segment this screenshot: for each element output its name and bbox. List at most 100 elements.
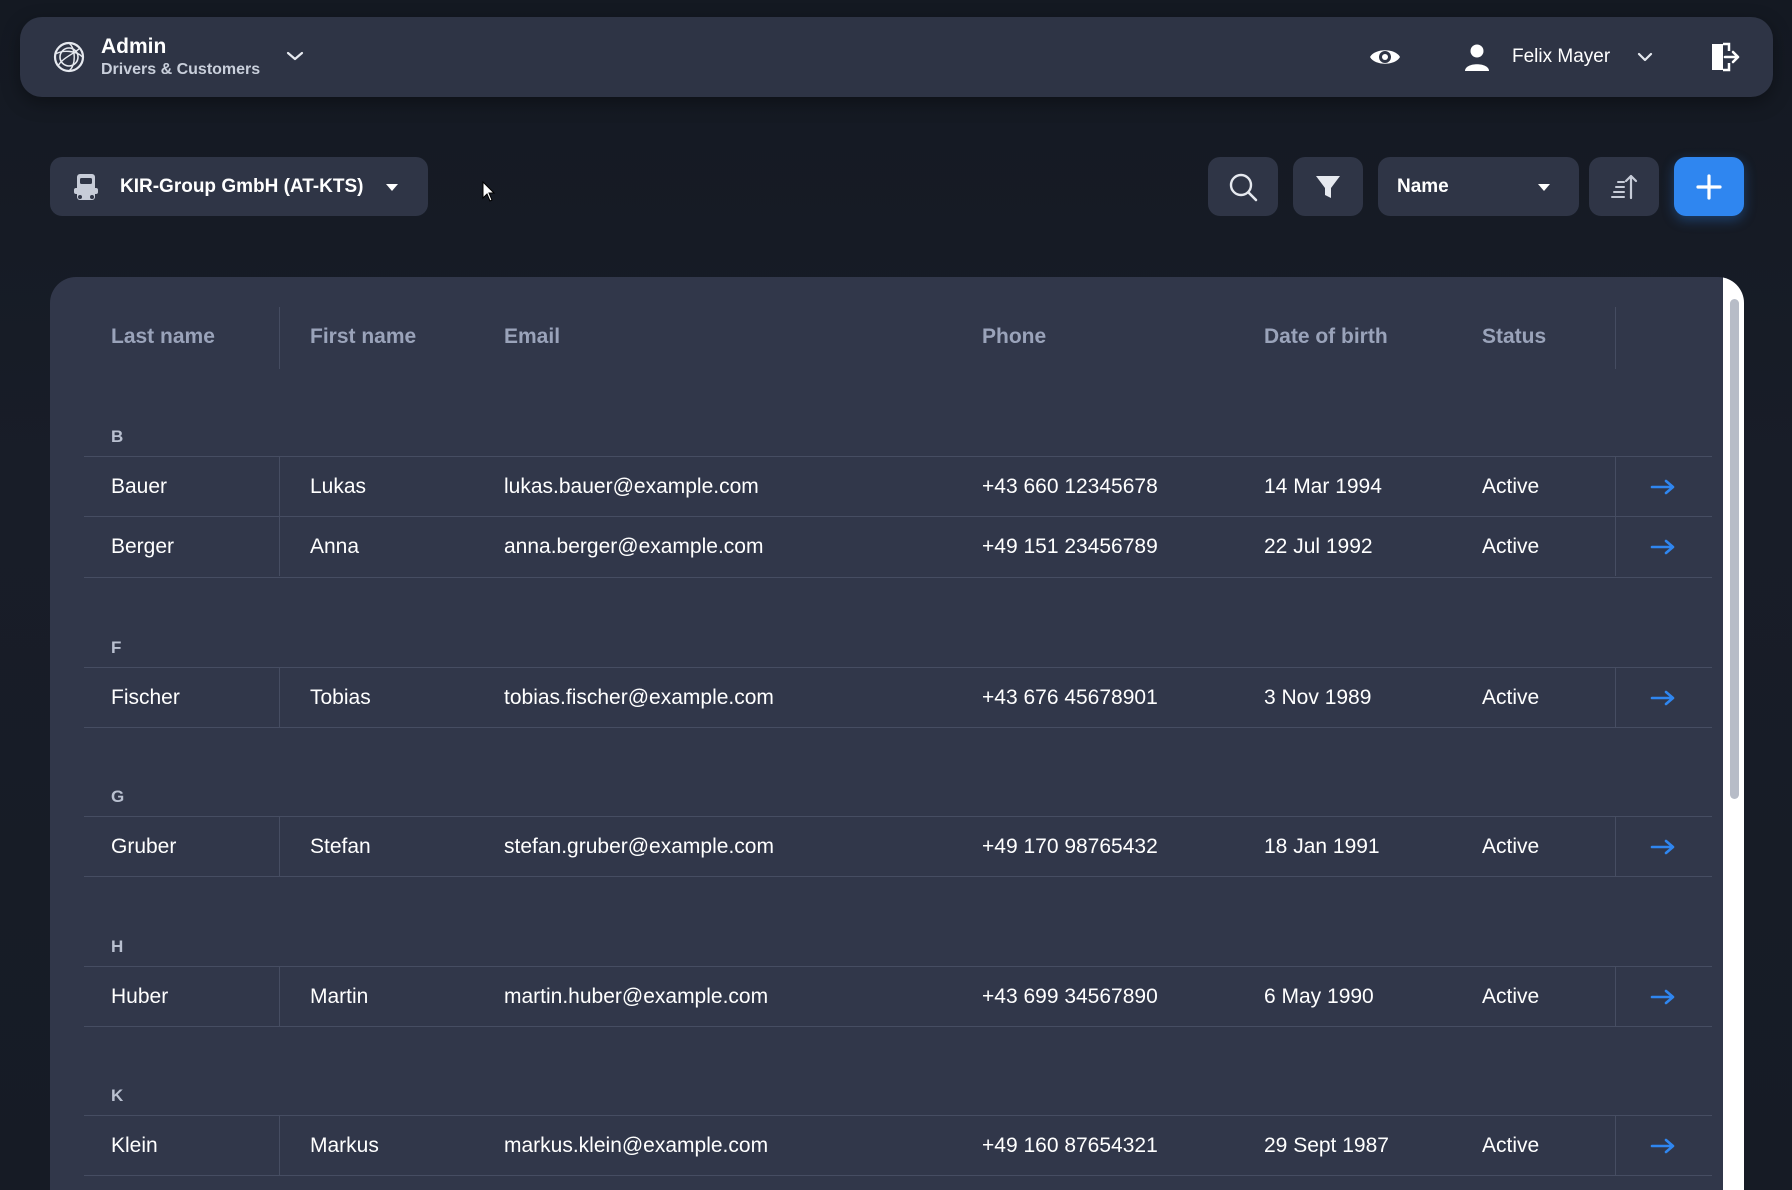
arrow-right-icon[interactable]: [1650, 1135, 1676, 1157]
cell-first-name: Martin: [310, 985, 369, 1008]
cell-first-name: Markus: [310, 1134, 379, 1157]
user-name: Felix Mayer: [1512, 46, 1611, 67]
cell-date-of-birth: 6 May 1990: [1264, 985, 1374, 1008]
chevron-down-icon: [1638, 52, 1653, 62]
search-icon: [1229, 173, 1258, 201]
table-row[interactable]: Bauer Lukas lukas.bauer@example.com +43 660…: [84, 456, 1712, 517]
caret-down-icon: [1538, 184, 1550, 191]
column-divider: [1615, 967, 1616, 1026]
cell-first-name: Anna: [310, 535, 360, 558]
cell-status: Active: [1482, 835, 1540, 858]
cell-status: Active: [1482, 535, 1540, 558]
arrow-right-icon[interactable]: [1650, 536, 1676, 558]
cell-last-name: Huber: [111, 985, 169, 1008]
scrollbar-thumb[interactable]: [1730, 299, 1739, 799]
column-header-email[interactable]: Email: [504, 325, 560, 349]
plus-icon: [1696, 173, 1722, 200]
cell-phone: +43 699 34567890: [982, 985, 1158, 1008]
column-divider: [279, 457, 280, 516]
aperture-logo-icon: [53, 41, 85, 73]
caret-down-icon: [386, 184, 398, 191]
table-row[interactable]: Berger Anna anna.berger@example.com +49 151…: [84, 517, 1712, 578]
sort-field-select[interactable]: Name: [1378, 157, 1579, 216]
cell-phone: +43 676 45678901: [982, 686, 1158, 709]
cell-first-name: Tobias: [310, 686, 371, 709]
group-letter: F: [111, 638, 122, 657]
cell-phone: +43 660 12345678: [982, 475, 1158, 498]
company-label: KIR-Group GmbH (AT-KTS): [120, 176, 364, 197]
user-icon: [1465, 44, 1489, 71]
cell-last-name: Fischer: [111, 686, 180, 709]
column-header-date-of-birth[interactable]: Date of birth: [1264, 325, 1388, 349]
table-header: Last name First name Email Phone Date of…: [50, 277, 1723, 369]
cell-email: markus.klein@example.com: [504, 1134, 769, 1157]
cell-first-name: Lukas: [310, 475, 367, 498]
cell-email: lukas.bauer@example.com: [504, 475, 759, 498]
customer-table: Last name First name Email Phone Date of…: [50, 277, 1744, 1190]
cell-date-of-birth: 14 Mar 1994: [1264, 475, 1382, 498]
group-letter: H: [111, 937, 124, 956]
cell-status: Active: [1482, 475, 1540, 498]
cell-first-name: Stefan: [310, 835, 371, 858]
cell-date-of-birth: 18 Jan 1991: [1264, 835, 1380, 858]
group-letter: K: [111, 1086, 124, 1105]
table-row[interactable]: Huber Martin martin.huber@example.com +43 6…: [84, 966, 1712, 1027]
user-menu-button[interactable]: Felix Mayer: [1460, 35, 1656, 79]
cell-last-name: Gruber: [111, 835, 177, 858]
cell-phone: +49 160 87654321: [982, 1134, 1158, 1157]
column-divider: [279, 668, 280, 727]
arrow-right-icon[interactable]: [1650, 476, 1676, 498]
search-button[interactable]: [1208, 157, 1278, 216]
table-row[interactable]: Klein Markus markus.klein@example.com +49 1…: [84, 1115, 1712, 1176]
column-header-status[interactable]: Status: [1482, 325, 1546, 349]
cell-last-name: Bauer: [111, 475, 168, 498]
top-bar: Admin Drivers & Customers Felix Mayer: [20, 17, 1773, 97]
cell-email: anna.berger@example.com: [504, 535, 764, 558]
column-divider: [1615, 457, 1616, 516]
cell-phone: +49 151 23456789: [982, 535, 1158, 558]
cell-last-name: Klein: [111, 1134, 158, 1157]
sort-ascending-icon: [1611, 174, 1638, 199]
logout-icon[interactable]: [1705, 39, 1741, 75]
column-header-last-name[interactable]: Last name: [111, 325, 215, 349]
column-divider: [1615, 307, 1616, 369]
app-subtitle: Drivers & Customers: [101, 61, 261, 78]
arrow-right-icon[interactable]: [1650, 687, 1676, 709]
eye-icon[interactable]: [1367, 39, 1403, 75]
filter-button[interactable]: [1293, 157, 1363, 216]
cell-date-of-birth: 22 Jul 1992: [1264, 535, 1373, 558]
table-row[interactable]: Fischer Tobias tobias.fischer@example.com +…: [84, 667, 1712, 728]
column-divider: [279, 517, 280, 576]
column-divider: [1615, 517, 1616, 576]
cell-status: Active: [1482, 1134, 1540, 1157]
sort-field-label: Name: [1397, 176, 1449, 197]
company-select[interactable]: KIR-Group GmbH (AT-KTS): [50, 157, 428, 216]
add-button[interactable]: [1674, 157, 1744, 216]
cell-status: Active: [1482, 686, 1540, 709]
column-divider: [1615, 668, 1616, 727]
sort-direction-button[interactable]: [1589, 157, 1659, 216]
cell-date-of-birth: 3 Nov 1989: [1264, 686, 1372, 709]
cell-status: Active: [1482, 985, 1540, 1008]
column-divider: [279, 817, 280, 876]
column-divider: [279, 1116, 280, 1175]
column-header-phone[interactable]: Phone: [982, 325, 1046, 349]
app-title: Admin: [101, 35, 167, 58]
group-letter: B: [111, 427, 124, 446]
chevron-down-icon[interactable]: [282, 43, 308, 69]
column-divider: [1615, 817, 1616, 876]
cell-email: tobias.fischer@example.com: [504, 686, 774, 709]
cell-date-of-birth: 29 Sept 1987: [1264, 1134, 1389, 1157]
group-letter: G: [111, 787, 125, 806]
cell-email: martin.huber@example.com: [504, 985, 769, 1008]
table-row[interactable]: Gruber Stefan stefan.gruber@example.com +49…: [84, 816, 1712, 877]
cell-email: stefan.gruber@example.com: [504, 835, 774, 858]
arrow-right-icon[interactable]: [1650, 836, 1676, 858]
building-icon: [74, 174, 98, 200]
arrow-right-icon[interactable]: [1650, 986, 1676, 1008]
filter-icon: [1316, 175, 1340, 198]
scrollbar[interactable]: [1723, 277, 1744, 1190]
column-header-first-name[interactable]: First name: [310, 325, 416, 349]
mouse-cursor-icon: [482, 181, 496, 202]
column-divider: [1615, 1116, 1616, 1175]
